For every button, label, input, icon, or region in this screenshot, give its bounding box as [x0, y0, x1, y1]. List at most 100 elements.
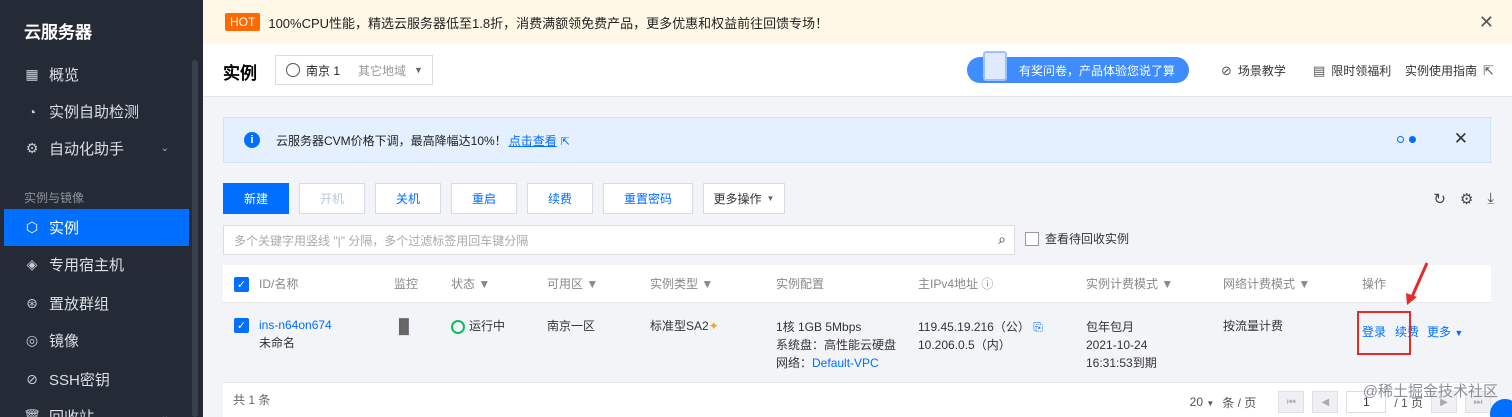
limited-benefit-link[interactable]: ▤ 限时领福利 — [1313, 62, 1391, 79]
close-icon[interactable]: ✕ — [1454, 129, 1468, 149]
more-actions-label: 更多操作 — [713, 192, 762, 206]
vpc-link[interactable]: Default-VPC — [812, 356, 879, 370]
usage-guide-link[interactable]: 实例使用指南 ⇱ — [1405, 62, 1494, 79]
select-all-checkbox[interactable]: ✓ — [234, 277, 249, 292]
sidebar-item-label: 概览 — [49, 67, 80, 84]
chevron-down-icon: ⌄ — [160, 143, 169, 154]
link-label: 场景教学 — [1237, 64, 1286, 78]
col-status[interactable]: 状态 ▼ — [451, 275, 490, 292]
col-ipv4-label: 主IPv4地址 — [918, 277, 979, 291]
price-notice: i 云服务器CVM价格下调，最高降幅达10%！ 点击查看 ⇱ ✕ — [223, 117, 1491, 163]
region-selector[interactable]: 南京 1 其它地域 ▼ — [275, 55, 433, 85]
notice-link[interactable]: 点击查看 — [509, 134, 557, 148]
link-label: 限时领福利 — [1331, 64, 1392, 78]
globe-icon — [286, 63, 300, 77]
first-page-icon[interactable]: ⏮ — [1278, 391, 1305, 413]
network-label: 网络： — [776, 356, 813, 370]
promo-banner: HOT 100%CPU性能，精选云服务器低至1.8折，消费满额领免费产品，更多优… — [203, 0, 1512, 44]
page-size-unit: 条 / 页 — [1222, 395, 1257, 410]
search-icon[interactable]: ⌕ — [998, 231, 1006, 248]
instance-table: ✓ ID/名称 监控 状态 ▼ 可用区 ▼ 实例类型 ▼ 实例配置 主IPv4地… — [223, 262, 1491, 417]
sidebar-item-label: 自动化助手 — [49, 141, 125, 158]
sidebar-item-dedicated-host[interactable]: ◈ 专用宿主机 — [4, 246, 189, 283]
scene-tutorial-link[interactable]: ⊘ 场景教学 — [1221, 62, 1286, 79]
caret-down-icon: ▼ — [766, 194, 775, 203]
col-config: 实例配置 — [776, 277, 825, 291]
copy-icon[interactable]: ⎘ — [1033, 320, 1043, 334]
refresh-icon[interactable]: ↻ — [1433, 190, 1446, 208]
survey-button[interactable]: 有奖问卷，产品体验您说了算 — [967, 51, 1189, 83]
main-content: i 云服务器CVM价格下调，最高降幅达10%！ 点击查看 ⇱ ✕ 新建 开机 关机 … — [203, 97, 1512, 417]
instance-id-link[interactable]: ins-n64on674 — [259, 316, 332, 335]
help-bubble-icon[interactable] — [1490, 399, 1512, 417]
net-billing-mode: 按流量计费 — [1223, 319, 1284, 333]
col-type-label: 实例类型 — [650, 277, 699, 291]
renew-button[interactable]: 续费 — [527, 183, 593, 214]
sidebar-item-label: SSH密钥 — [49, 372, 110, 389]
sidebar-item-recycle-bin[interactable]: 🗑 回收站 ⌄ — [4, 398, 189, 417]
login-highlight-box — [1357, 311, 1411, 355]
col-actions: 操作 — [1362, 277, 1387, 291]
cube-icon: ⬡ — [25, 219, 39, 235]
ip-private: 10.206.0.5（内） — [918, 338, 1011, 352]
more-link[interactable]: 更多 ▼ — [1427, 323, 1463, 343]
monitor-chart-icon[interactable]: ▐▌ — [394, 317, 414, 336]
reset-password-button[interactable]: 重置密码 — [603, 183, 693, 214]
col-ipv4: 主IPv4地址 ⓘ — [918, 275, 993, 292]
sidebar-item-ssh-keys[interactable]: ⊘ SSH密钥 — [4, 361, 189, 398]
sidebar-item-images[interactable]: ◎ 镜像 — [4, 322, 189, 359]
start-button[interactable]: 开机 — [299, 183, 365, 214]
chevron-down-icon: ⌄ — [160, 411, 169, 417]
close-icon[interactable]: ✕ — [1479, 12, 1494, 33]
carousel-dot-active[interactable] — [1409, 136, 1416, 143]
col-billing[interactable]: 实例计费模式 ▼ — [1086, 275, 1173, 292]
running-icon — [451, 319, 465, 334]
sidebar-item-overview[interactable]: ▦ 概览 — [4, 56, 189, 93]
instance-type: 标准型SA2✦ — [650, 317, 719, 336]
layers-icon: ◈ — [26, 256, 38, 272]
row-checkbox[interactable]: ✓ — [234, 318, 249, 333]
page-size-select[interactable]: 20 ▼ — [1190, 395, 1215, 409]
search-input[interactable]: 多个关键字用竖线 "|" 分隔，多个过滤标签用回车键分隔 ⌕ — [223, 225, 1015, 255]
promo-text[interactable]: 100%CPU性能，精选云服务器低至1.8折，消费满额领免费产品，更多优惠和权益… — [268, 13, 828, 32]
sidebar-item-automation[interactable]: ⚙ 自动化助手 ⌄ — [4, 130, 189, 167]
instance-toolbar: 新建 开机 关机 重启 续费 重置密码 更多操作 ▼ — [223, 183, 785, 214]
sidebar-item-self-check[interactable]: ◔ 实例自助检测 — [4, 93, 189, 130]
shutdown-button[interactable]: 关机 — [375, 183, 441, 214]
more-actions-dropdown[interactable]: 更多操作 ▼ — [703, 183, 785, 214]
download-icon[interactable]: ⤓ — [1487, 190, 1494, 208]
status-badge: 运行中 — [451, 317, 505, 336]
total-count: 共 1 条 — [233, 393, 271, 407]
config-line-2: 系统盘：高性能云硬盘 — [776, 338, 897, 352]
info-circle-icon[interactable]: ⓘ — [981, 277, 993, 291]
col-id-name: ID/名称 — [259, 277, 299, 291]
col-type[interactable]: 实例类型 ▼ — [650, 275, 713, 292]
sidebar-item-label: 专用宿主机 — [49, 257, 125, 274]
sidebar: 云服务器 ▦ 概览 ◔ 实例自助检测 ⚙ 自动化助手 ⌄ 实例与镜像 ⬡ 实例 … — [0, 0, 203, 417]
group-icon: ⊛ — [26, 295, 38, 311]
table-row: ✓ ins-n64on674 未命名 ▐▌ 运行中 南京一区 标准型SA2✦ 1… — [223, 303, 1491, 383]
config-line-1: 1核 1GB 5Mbps — [776, 320, 862, 334]
sidebar-scrollbar[interactable] — [192, 60, 198, 417]
billing-mode: 包年包月 — [1086, 320, 1135, 334]
zone-value: 南京一区 — [547, 319, 596, 333]
new-button[interactable]: 新建 — [223, 183, 289, 214]
col-zone[interactable]: 可用区 ▼ — [547, 275, 598, 292]
sidebar-item-label: 实例 — [49, 220, 80, 237]
carousel-dot[interactable] — [1397, 136, 1404, 143]
watermark: @稀土掘金技术社区 — [1362, 383, 1498, 400]
sidebar-item-label: 回收站 — [49, 406, 94, 417]
restart-button[interactable]: 重启 — [451, 183, 517, 214]
sidebar-group-label: 实例与镜像 — [24, 191, 85, 205]
filter-icon: ▼ — [1161, 277, 1174, 291]
search-placeholder: 多个关键字用竖线 "|" 分隔，多个过滤标签用回车键分隔 — [234, 233, 529, 248]
gear-icon[interactable]: ⚙ — [1460, 190, 1473, 208]
sidebar-item-instances[interactable]: ⬡ 实例 — [4, 209, 189, 246]
prev-page-icon[interactable]: ◀ — [1312, 391, 1339, 413]
info-icon: i — [244, 132, 260, 148]
more-link-label: 更多 — [1427, 325, 1452, 339]
col-net-billing[interactable]: 网络计费模式 ▼ — [1223, 275, 1310, 292]
show-recycle-checkbox[interactable]: 查看待回收实例 — [1025, 230, 1129, 247]
sidebar-item-placement-group[interactable]: ⊛ 置放群组 — [4, 285, 189, 322]
checkbox[interactable] — [1025, 231, 1039, 246]
